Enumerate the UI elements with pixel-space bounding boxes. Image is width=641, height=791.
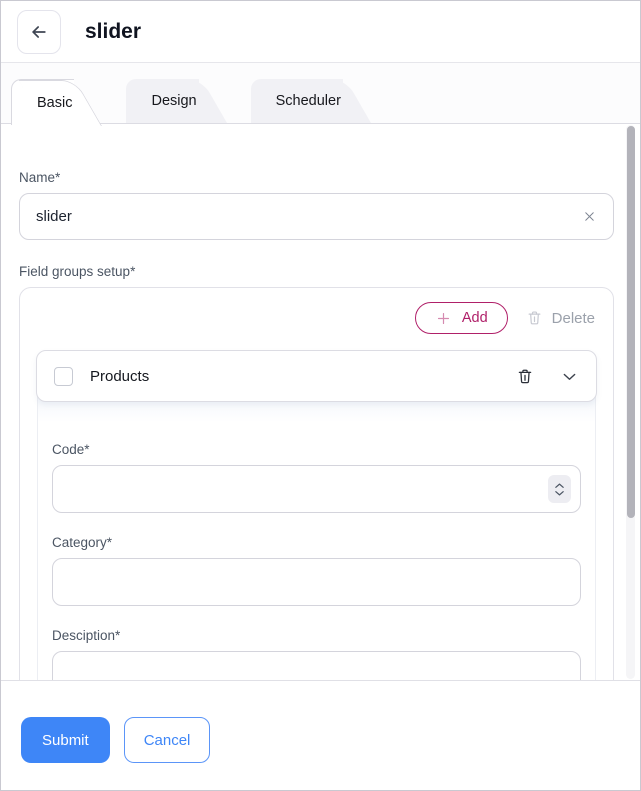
- name-input-value: slider: [36, 208, 72, 225]
- plus-icon: [435, 310, 452, 327]
- scrollbar-thumb[interactable]: [627, 126, 635, 518]
- chevron-down-icon[interactable]: [560, 367, 579, 386]
- group-title: Products: [90, 368, 149, 385]
- delete-button[interactable]: Delete: [526, 309, 597, 327]
- field-groups-panel: Add Delete Products: [19, 287, 614, 681]
- clear-icon[interactable]: [582, 209, 597, 224]
- header-bar: slider: [1, 1, 640, 63]
- add-button-label: Add: [462, 310, 488, 326]
- code-label: Code*: [52, 442, 581, 457]
- stepper-up-icon: [554, 482, 565, 489]
- product-group-card: Products Code*: [36, 350, 597, 681]
- tab-basic[interactable]: Basic: [11, 79, 74, 125]
- tab-scheduler-label: Scheduler: [276, 93, 341, 109]
- group-card-body: Code* Category* Desciption*: [37, 392, 596, 681]
- tab-scheduler[interactable]: Scheduler: [251, 79, 343, 123]
- form-scroll-area: Name* slider Field groups setup* Add Del…: [1, 123, 640, 681]
- group-card-header[interactable]: Products: [36, 350, 597, 402]
- add-button[interactable]: Add: [415, 302, 508, 334]
- delete-trash-icon: [526, 309, 543, 327]
- arrow-left-icon: [29, 22, 49, 42]
- description-input[interactable]: [52, 651, 581, 681]
- tab-design[interactable]: Design: [126, 79, 198, 123]
- group-toolbar: Add Delete: [36, 302, 597, 334]
- scrollbar-track[interactable]: [626, 125, 635, 679]
- name-label: Name*: [19, 170, 612, 185]
- name-input[interactable]: slider: [19, 193, 614, 240]
- group-checkbox[interactable]: [54, 367, 73, 386]
- number-stepper[interactable]: [548, 475, 571, 503]
- category-input[interactable]: [52, 558, 581, 606]
- code-input[interactable]: [52, 465, 581, 513]
- tab-design-label: Design: [151, 93, 196, 109]
- back-button[interactable]: [17, 10, 61, 54]
- page-title: slider: [85, 20, 141, 44]
- delete-button-label: Delete: [552, 310, 595, 327]
- group-trash-icon[interactable]: [516, 367, 534, 386]
- submit-button[interactable]: Submit: [21, 717, 110, 763]
- tab-basic-label: Basic: [37, 95, 72, 111]
- description-label: Desciption*: [52, 628, 581, 643]
- category-label: Category*: [52, 535, 581, 550]
- cancel-button[interactable]: Cancel: [124, 717, 211, 763]
- stepper-down-icon: [554, 490, 565, 497]
- tab-bar: Basic Design Scheduler: [1, 63, 640, 123]
- field-groups-label: Field groups setup*: [19, 264, 612, 279]
- footer-bar: Submit Cancel: [1, 681, 640, 790]
